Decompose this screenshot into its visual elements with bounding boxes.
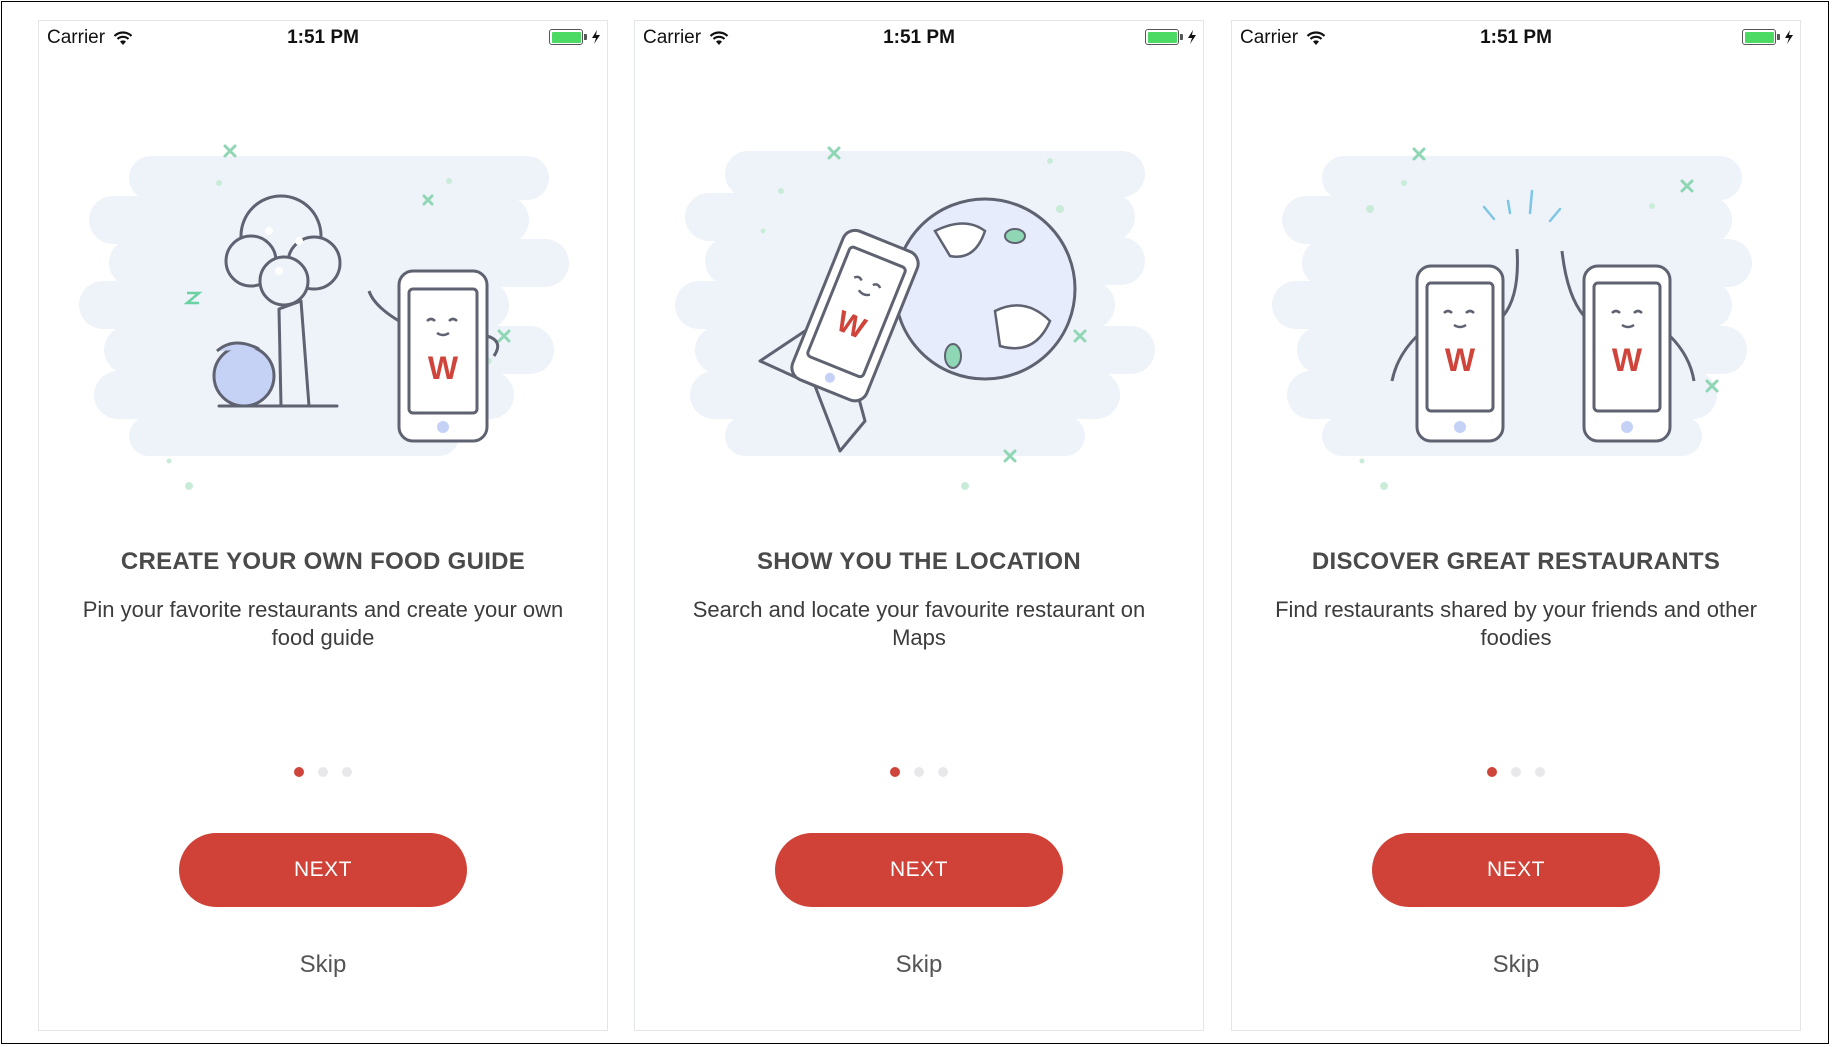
battery-indicator (1742, 29, 1794, 45)
status-bar: Carrier 1:51 PM (1232, 21, 1800, 57)
page-indicator[interactable] (1232, 767, 1800, 777)
screenshot-frame: Carrier 1:51 PM W CREATE YOUR OWN FOOD G… (1, 1, 1829, 1044)
onboarding-screen-3: Carrier 1:51 PM W W DISCOVER GREAT RESTA… (1231, 20, 1801, 1031)
screen-title: SHOW YOU THE LOCATION (756, 548, 1082, 575)
charging-bolt-icon (1785, 30, 1793, 44)
screen-subtitle: Pin your favorite restaurants and create… (82, 597, 564, 650)
next-button[interactable]: NEXT (1372, 833, 1660, 907)
screen-title: CREATE YOUR OWN FOOD GUIDE (120, 548, 526, 575)
page-dot[interactable] (342, 767, 352, 777)
status-time: 1:51 PM (287, 27, 359, 48)
skip-link[interactable]: Skip (1232, 951, 1800, 979)
page-dot-active[interactable] (1487, 767, 1497, 777)
screen-subtitle: Find restaurants shared by your friends … (1275, 597, 1757, 650)
onboarding-screen-1: Carrier 1:51 PM W CREATE YOUR OWN FOOD G… (38, 20, 608, 1031)
status-bar: Carrier 1:51 PM (39, 21, 607, 57)
page-dot[interactable] (1511, 767, 1521, 777)
battery-indicator (549, 29, 601, 45)
page-dot-active[interactable] (294, 767, 304, 777)
page-indicator[interactable] (635, 767, 1203, 777)
flying-phone-globe-icon: W (675, 146, 1155, 490)
battery-icon (549, 29, 587, 45)
battery-icon (1742, 29, 1780, 45)
sleeping-phone-under-tree-icon: W (79, 144, 569, 490)
status-time: 1:51 PM (1480, 27, 1552, 48)
battery-icon (1145, 29, 1183, 45)
screen-title: DISCOVER GREAT RESTAURANTS (1311, 548, 1721, 575)
page-dot-active[interactable] (890, 767, 900, 777)
status-time: 1:51 PM (883, 27, 955, 48)
high-five-phones-icon: W W (1272, 147, 1752, 490)
next-button[interactable]: NEXT (179, 833, 467, 907)
skip-link[interactable]: Skip (39, 951, 607, 979)
page-indicator[interactable] (39, 767, 607, 777)
svg-text:W: W (428, 350, 459, 386)
page-dot[interactable] (914, 767, 924, 777)
status-bar: Carrier 1:51 PM (635, 21, 1203, 57)
charging-bolt-icon (592, 30, 600, 44)
page-dot[interactable] (1535, 767, 1545, 777)
svg-text:W: W (1445, 342, 1476, 378)
onboarding-screen-2: Carrier 1:51 PM W SHOW YOU THE LOCATION … (634, 20, 1204, 1031)
charging-bolt-icon (1188, 30, 1196, 44)
battery-indicator (1145, 29, 1197, 45)
svg-text:W: W (1612, 342, 1643, 378)
page-dot[interactable] (318, 767, 328, 777)
skip-link[interactable]: Skip (635, 951, 1203, 979)
page-dot[interactable] (938, 767, 948, 777)
screen-subtitle: Search and locate your favourite restaur… (692, 597, 1146, 650)
next-button[interactable]: NEXT (775, 833, 1063, 907)
